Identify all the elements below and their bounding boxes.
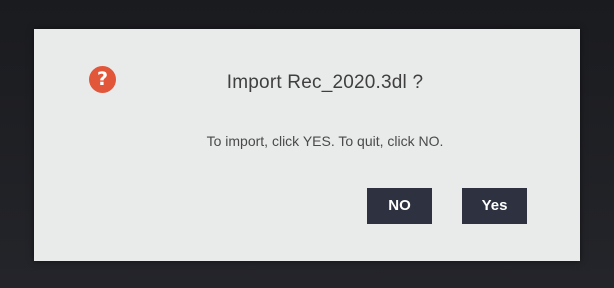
dialog-message: To import, click YES. To quit, click NO.	[206, 133, 444, 149]
import-dialog: ? Import Rec_2020.3dl ? To import, click…	[34, 29, 580, 261]
yes-button[interactable]: Yes	[462, 188, 527, 224]
dialog-title: Import Rec_2020.3dl ?	[226, 72, 424, 93]
no-button[interactable]: NO	[367, 188, 432, 224]
screen: ? Import Rec_2020.3dl ? To import, click…	[0, 0, 614, 288]
